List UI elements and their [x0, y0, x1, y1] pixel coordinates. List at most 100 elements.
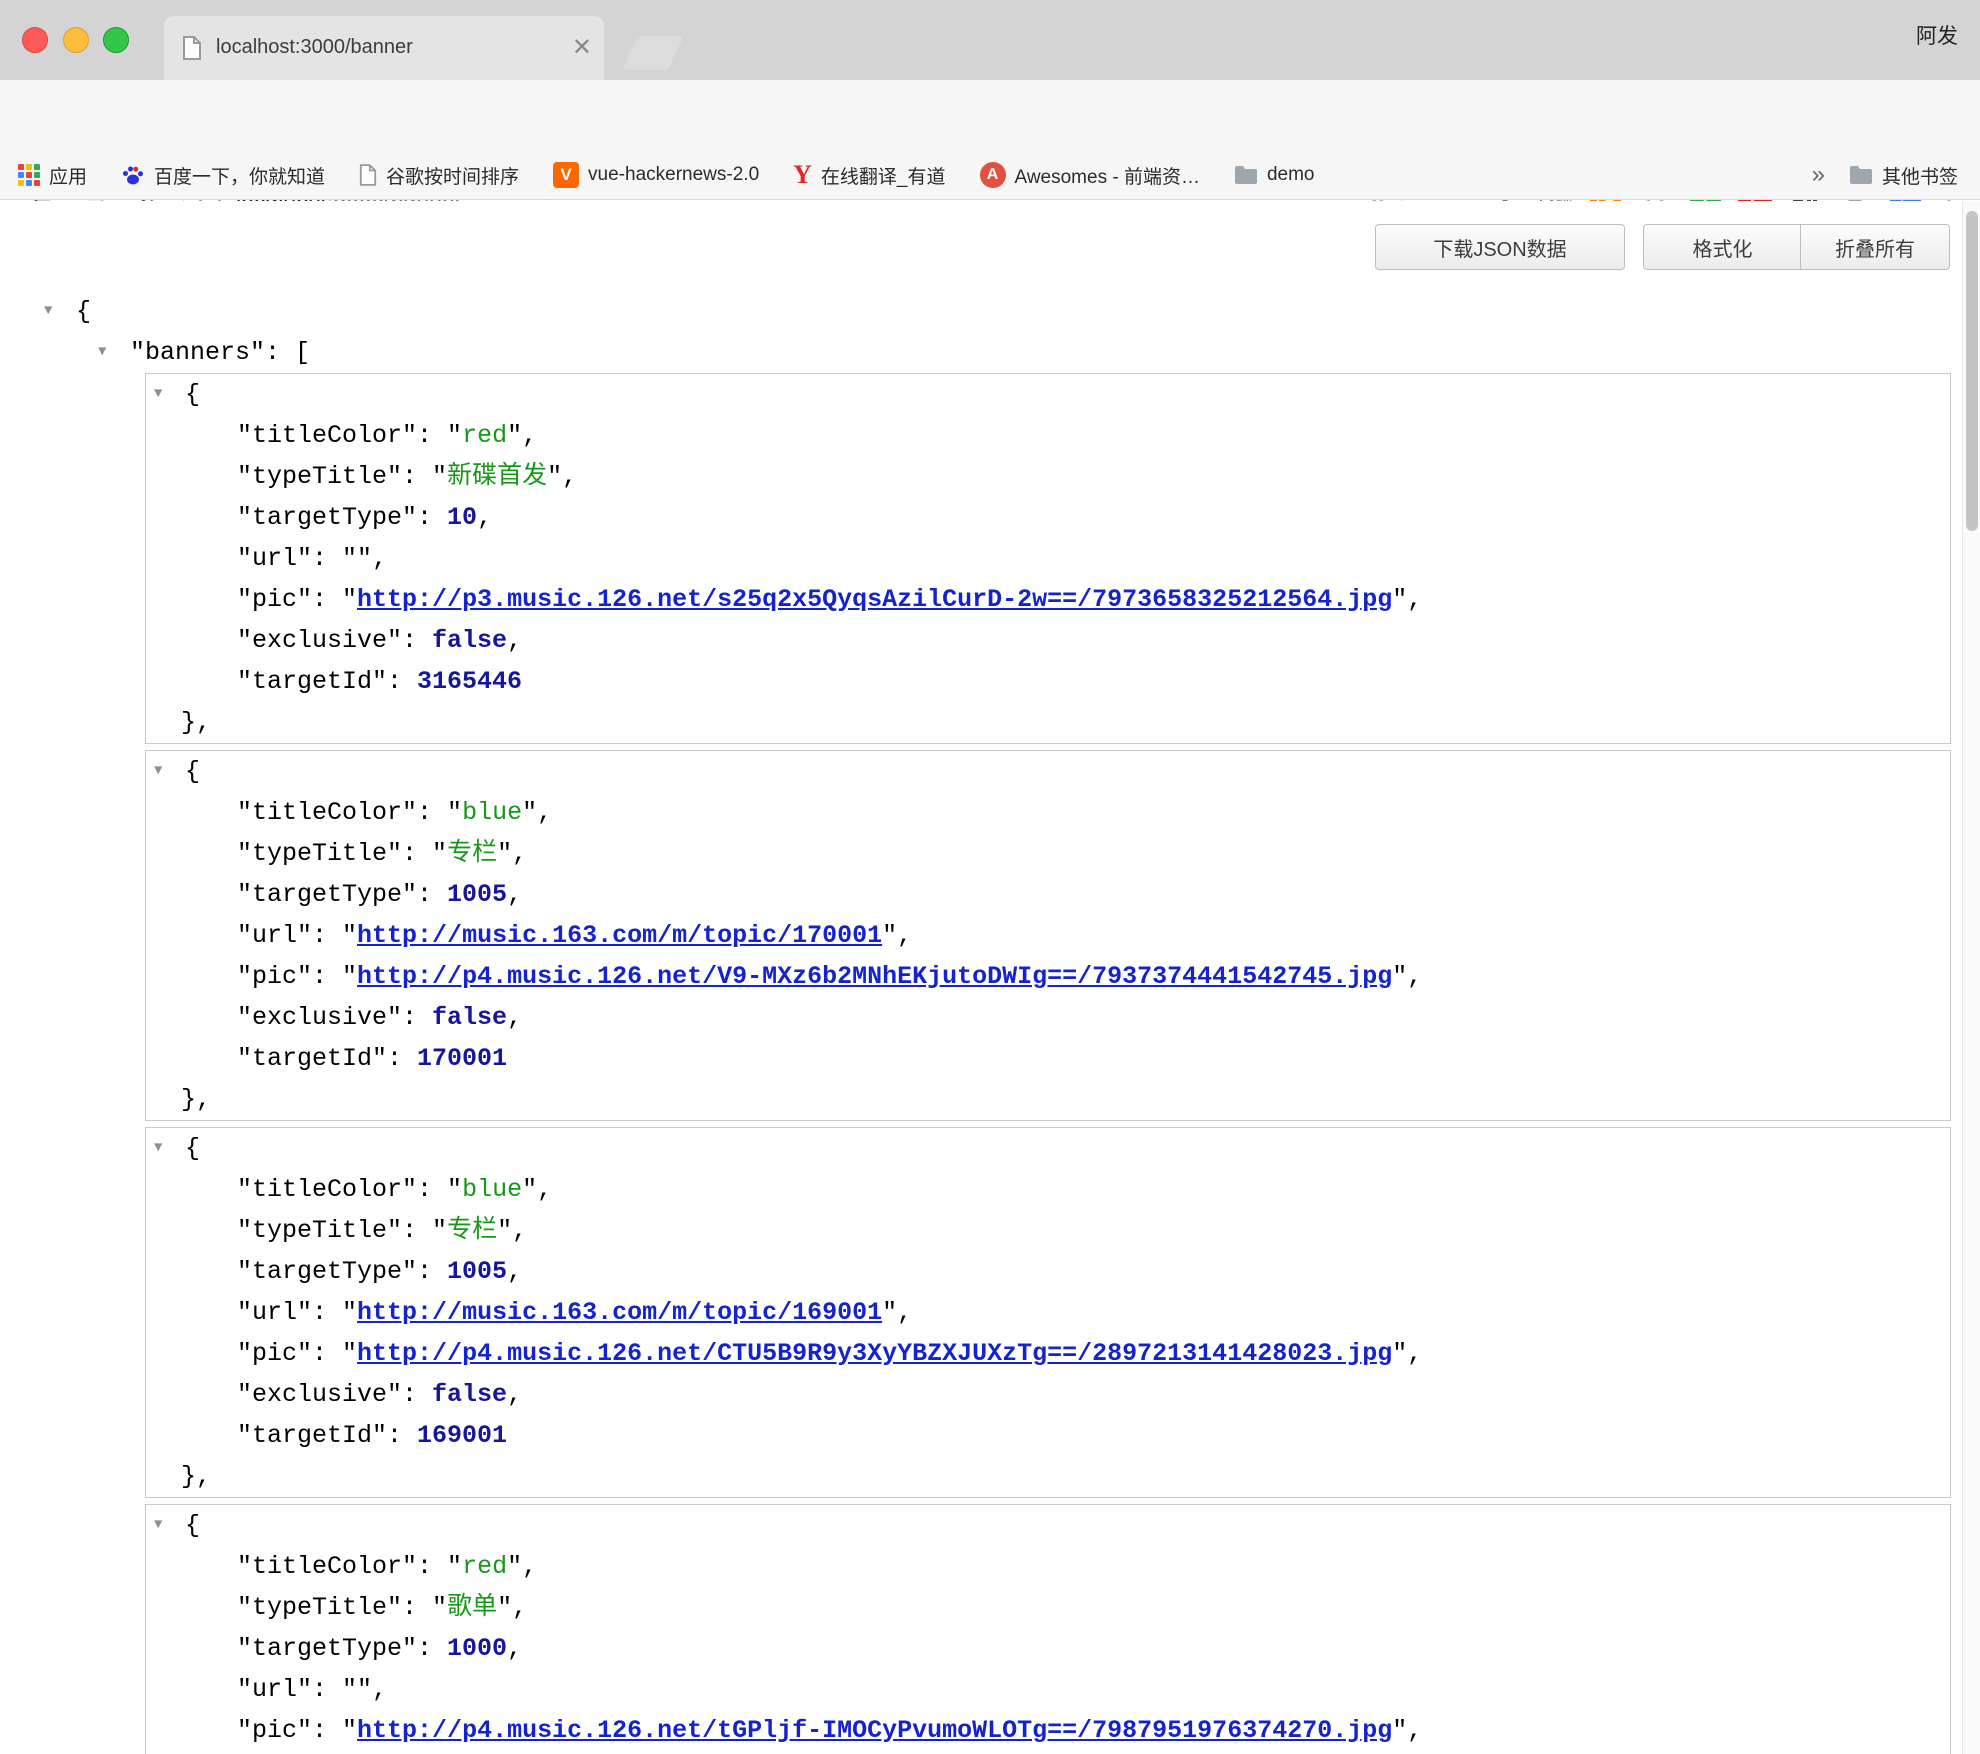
- scrollbar-track[interactable]: [1962, 201, 1980, 1754]
- new-tab-button[interactable]: [622, 36, 683, 70]
- tab-title: localhost:3000/banner: [216, 36, 546, 59]
- json-token: ,: [537, 1175, 552, 1204]
- bookmark-label: Awesomes - 前端资…: [1015, 162, 1200, 189]
- json-token: ": [342, 585, 357, 614]
- json-token: ": [882, 921, 897, 950]
- json-key: "targetId": [237, 667, 387, 696]
- collapse-toggle-icon[interactable]: ▼: [98, 332, 106, 373]
- collapse-toggle-icon[interactable]: ▼: [154, 1505, 162, 1546]
- json-line: "url": "http://music.163.com/m/topic/169…: [146, 1292, 1950, 1333]
- bookmark-apps[interactable]: 应用: [18, 162, 87, 189]
- json-token: :: [312, 1339, 342, 1368]
- json-line: ▼{: [0, 291, 1962, 332]
- json-brace: {: [185, 1134, 200, 1163]
- json-token: ": [342, 1298, 357, 1327]
- bookmark-awesomes[interactable]: A Awesomes - 前端资…: [980, 162, 1200, 189]
- json-token: :: [312, 585, 342, 614]
- collapse-toggle-icon[interactable]: ▼: [154, 374, 162, 415]
- json-link-value[interactable]: http://p4.music.126.net/CTU5B9R9y3XyYBZX…: [357, 1339, 1392, 1368]
- json-token: :: [417, 1175, 447, 1204]
- json-string-value: blue: [462, 1175, 522, 1204]
- other-bookmarks-label: 其他书签: [1882, 162, 1958, 189]
- json-token: ": [507, 1552, 522, 1581]
- json-token: :: [417, 1257, 447, 1286]
- json-token: :: [312, 921, 342, 950]
- json-key: "targetId": [237, 1044, 387, 1073]
- bookmarks-bar: 应用 百度一下，你就知道 谷歌按时间排序 V vue-hackernews-2.…: [0, 150, 1980, 200]
- json-boolean-value: false: [432, 1380, 507, 1409]
- bookmark-google-sort[interactable]: 谷歌按时间排序: [359, 162, 519, 189]
- json-line: "exclusive": false,: [146, 1374, 1950, 1415]
- json-link-value[interactable]: http://p4.music.126.net/V9-MXz6b2MNhEKju…: [357, 962, 1392, 991]
- json-key: "url": [237, 1675, 312, 1704]
- json-link-value[interactable]: http://p3.music.126.net/s25q2x5QyqsAzilC…: [357, 585, 1392, 614]
- bookmark-vue-hackernews[interactable]: V vue-hackernews-2.0: [553, 162, 759, 188]
- json-line: "url": "http://music.163.com/m/topic/170…: [146, 915, 1950, 956]
- json-number-value: 1005: [447, 1257, 507, 1286]
- json-token: :: [417, 798, 447, 827]
- json-token: ,: [1407, 1339, 1422, 1368]
- json-token: ": [447, 798, 462, 827]
- bookmark-label: vue-hackernews-2.0: [588, 164, 759, 186]
- json-token: ,: [1407, 585, 1422, 614]
- profile-name[interactable]: 阿发: [1916, 20, 1958, 50]
- bookmark-label: 在线翻译_有道: [821, 162, 946, 189]
- json-token: ": [342, 1675, 357, 1704]
- bookmark-baidu[interactable]: 百度一下，你就知道: [121, 162, 325, 189]
- json-token: ,: [537, 798, 552, 827]
- json-token: ": [497, 1216, 512, 1245]
- json-token: :: [387, 667, 417, 696]
- json-line: "targetType": 1000,: [146, 1628, 1950, 1669]
- collapse-toggle-icon[interactable]: ▼: [154, 751, 162, 792]
- json-line: "targetId": 170001: [146, 1038, 1950, 1079]
- json-key: "targetId": [237, 1421, 387, 1450]
- tab-strip: localhost:3000/banner ✕ 阿发: [0, 0, 1980, 80]
- format-button[interactable]: 格式化: [1643, 224, 1802, 270]
- tab-close-icon[interactable]: ✕: [572, 33, 592, 62]
- json-line: ▼{: [146, 751, 1950, 792]
- json-token: ": [497, 839, 512, 868]
- json-array-entry: ▼{"titleColor": "blue","typeTitle": "专栏"…: [145, 750, 1951, 1121]
- json-token: ": [342, 962, 357, 991]
- json-token: :: [387, 1044, 417, 1073]
- json-token: ,: [562, 462, 577, 491]
- bookmark-demo-folder[interactable]: demo: [1234, 164, 1315, 186]
- close-window-button[interactable]: [22, 27, 48, 53]
- json-token: ": [342, 921, 357, 950]
- json-token: ": [447, 1552, 462, 1581]
- scrollbar-thumb[interactable]: [1966, 211, 1978, 531]
- other-bookmarks-folder[interactable]: 其他书签: [1849, 162, 1958, 189]
- json-line: "typeTitle": "歌单",: [146, 1587, 1950, 1628]
- json-link-value[interactable]: http://music.163.com/m/topic/169001: [357, 1298, 882, 1327]
- json-token: ": [522, 798, 537, 827]
- json-boolean-value: false: [432, 1003, 507, 1032]
- json-string-value: red: [462, 421, 507, 450]
- json-token: :: [402, 1216, 432, 1245]
- json-key: "titleColor": [237, 798, 417, 827]
- json-string-value: 专栏: [447, 1216, 497, 1245]
- json-string-value: blue: [462, 798, 522, 827]
- bookmark-youdao[interactable]: Y 在线翻译_有道: [793, 160, 945, 190]
- bookmarks-overflow-icon[interactable]: »: [1812, 161, 1825, 189]
- json-line: ▼{: [146, 1128, 1950, 1169]
- json-link-value[interactable]: http://p4.music.126.net/tGPljf-IMOCyPvum…: [357, 1716, 1392, 1745]
- json-number-value: 170001: [417, 1044, 507, 1073]
- collapse-toggle-icon[interactable]: ▼: [154, 1128, 162, 1169]
- maximize-window-button[interactable]: [103, 27, 129, 53]
- minimize-window-button[interactable]: [63, 27, 89, 53]
- json-token: :: [312, 962, 342, 991]
- collapse-all-button[interactable]: 折叠所有: [1800, 224, 1950, 270]
- json-token: :: [312, 1716, 342, 1745]
- json-token: :: [312, 1298, 342, 1327]
- json-line: "titleColor": "red",: [146, 1546, 1950, 1587]
- browser-tab[interactable]: localhost:3000/banner ✕: [164, 16, 604, 80]
- json-brace: },: [181, 708, 211, 737]
- json-token: ": [522, 1175, 537, 1204]
- json-key: "url": [237, 921, 312, 950]
- collapse-toggle-icon[interactable]: ▼: [44, 291, 52, 332]
- download-json-button[interactable]: 下载JSON数据: [1375, 224, 1625, 270]
- json-key: "pic": [237, 585, 312, 614]
- json-token: ": [432, 462, 447, 491]
- json-token: ,: [1407, 962, 1422, 991]
- json-link-value[interactable]: http://music.163.com/m/topic/170001: [357, 921, 882, 950]
